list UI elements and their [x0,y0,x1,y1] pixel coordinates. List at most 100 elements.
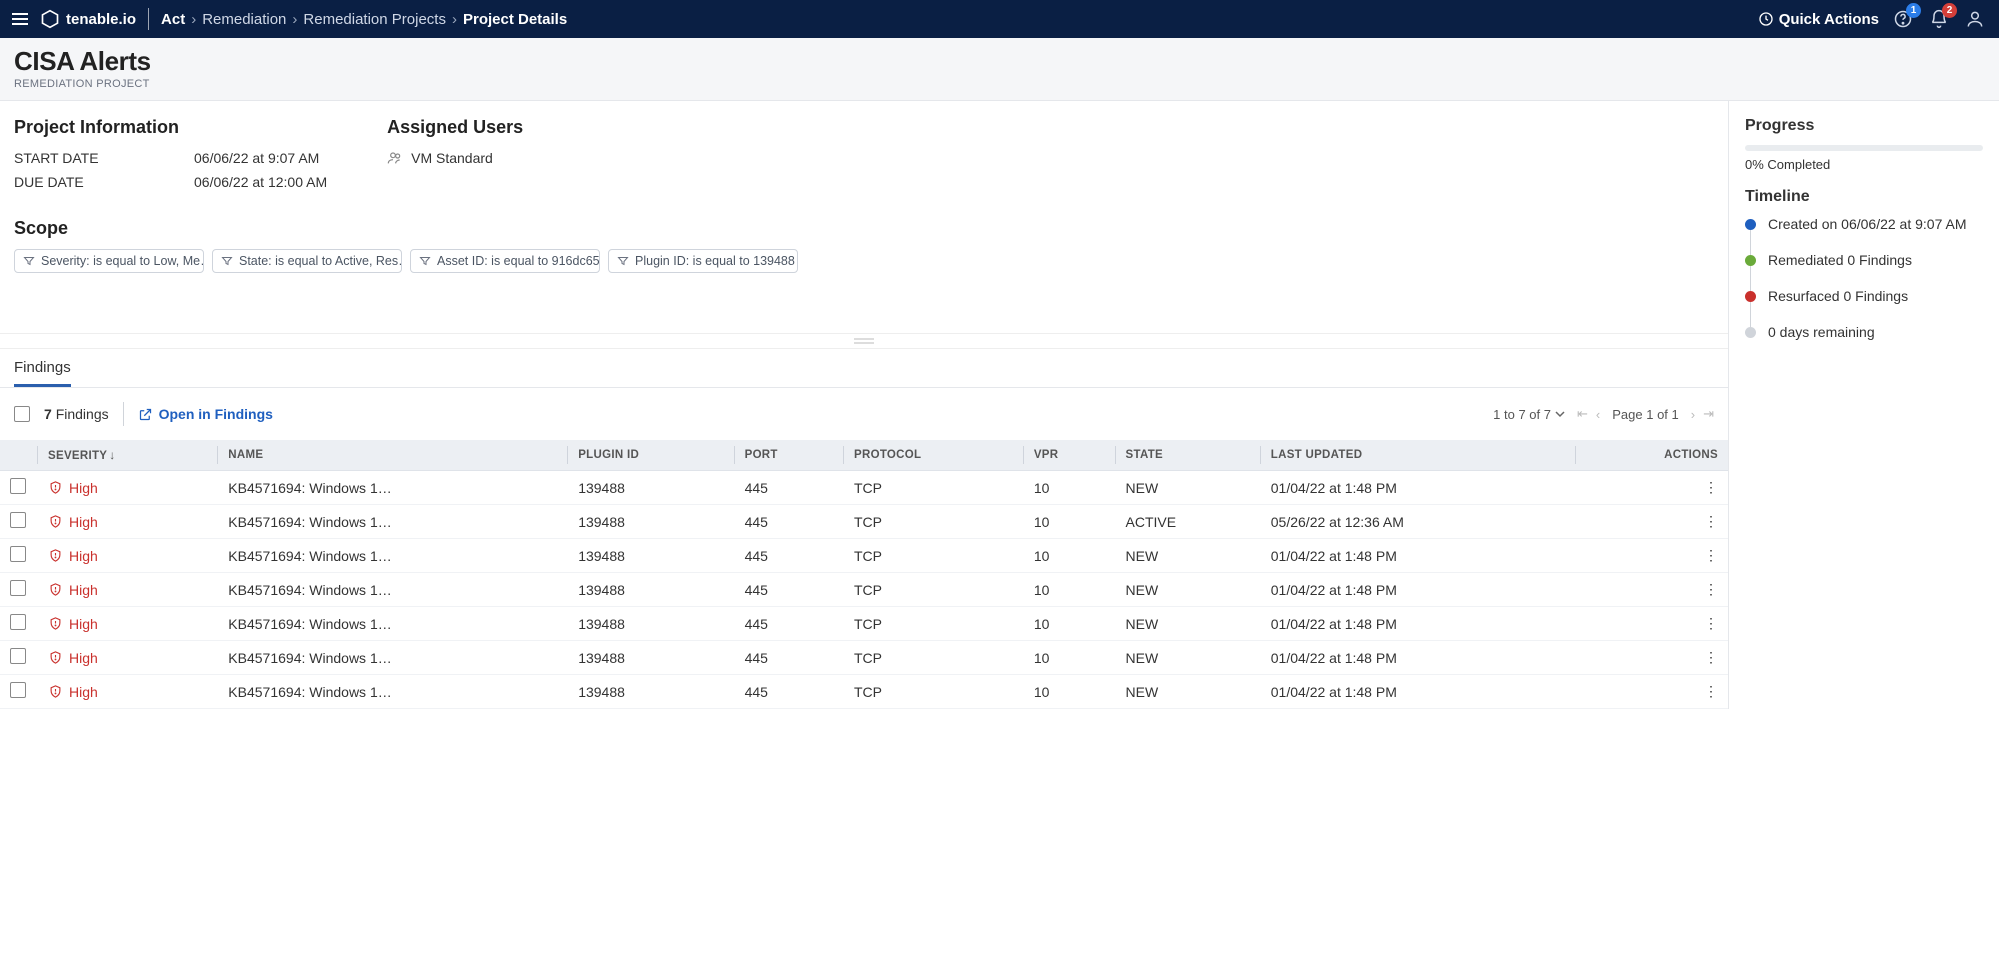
filter-chip[interactable]: Plugin ID: is equal to 139488 [608,249,798,273]
timeline-item: Remediated 0 Findings [1745,252,1983,288]
table-row[interactable]: HighKB4571694: Windows 1…139488445TCP10N… [0,539,1728,573]
clock-icon [1758,11,1774,27]
findings-count: 7 Findings [44,406,109,422]
last-updated-cell: 05/26/22 at 12:36 AM [1261,505,1576,539]
shield-icon [48,514,63,529]
timeline-item: Resurfaced 0 Findings [1745,288,1983,324]
chevron-right-icon: › [191,11,196,28]
row-actions-button[interactable]: ⋮ [1576,505,1728,539]
start-date-value: 06/06/22 at 9:07 AM [194,150,319,166]
notif-badge: 2 [1942,3,1957,18]
pager-first-button[interactable]: ⇤ [1577,406,1588,422]
breadcrumb-root[interactable]: Act [161,11,185,28]
col-plugin-id[interactable]: PLUGIN ID [568,440,734,471]
due-date-label: DUE DATE [14,174,154,190]
breadcrumb-item[interactable]: Remediation Projects [303,11,446,28]
pager-next-button[interactable]: › [1691,407,1695,422]
row-actions-button[interactable]: ⋮ [1576,641,1728,675]
col-state[interactable]: STATE [1116,440,1261,471]
row-actions-button[interactable]: ⋮ [1576,573,1728,607]
progress-heading: Progress [1745,117,1983,135]
title-strip: CISA Alerts REMEDIATION PROJECT [0,38,1999,101]
breadcrumb: Act › Remediation › Remediation Projects… [161,11,567,28]
quick-actions-button[interactable]: Quick Actions [1758,11,1879,28]
filter-icon [419,255,431,267]
table-row[interactable]: HighKB4571694: Windows 1…139488445TCP10N… [0,607,1728,641]
vpr-cell: 10 [1024,607,1116,641]
protocol-cell: TCP [844,539,1024,573]
col-protocol[interactable]: PROTOCOL [844,440,1024,471]
col-severity[interactable]: SEVERITY↓ [38,440,218,471]
table-row[interactable]: HighKB4571694: Windows 1…139488445TCP10N… [0,675,1728,709]
col-checkbox [0,440,38,471]
port-cell: 445 [735,505,844,539]
resize-handle[interactable] [0,333,1728,349]
menu-icon[interactable] [12,13,28,25]
severity-cell: High [48,514,208,530]
progress-panel: Progress 0% Completed Timeline Created o… [1729,101,1999,709]
table-row[interactable]: HighKB4571694: Windows 1…139488445TCP10A… [0,505,1728,539]
breadcrumb-item[interactable]: Remediation [202,11,286,28]
col-port[interactable]: PORT [735,440,844,471]
last-updated-cell: 01/04/22 at 1:48 PM [1261,641,1576,675]
port-cell: 445 [735,471,844,505]
row-actions-button[interactable]: ⋮ [1576,675,1728,709]
filter-chip[interactable]: Severity: is equal to Low, Me… [14,249,204,273]
open-in-findings-link[interactable]: Open in Findings [138,406,273,422]
row-actions-button[interactable]: ⋮ [1576,539,1728,573]
row-checkbox[interactable] [10,546,26,562]
filter-icon [221,255,233,267]
severity-cell: High [48,480,208,496]
row-checkbox[interactable] [10,614,26,630]
user-icon[interactable] [1963,7,1987,31]
col-name[interactable]: NAME [218,440,568,471]
start-date-label: START DATE [14,150,154,166]
plugin-id-cell: 139488 [568,641,734,675]
filter-icon [617,255,629,267]
state-cell: ACTIVE [1116,505,1261,539]
col-last-updated[interactable]: LAST UPDATED [1261,440,1576,471]
pager-last-button[interactable]: ⇥ [1703,406,1714,422]
port-cell: 445 [735,573,844,607]
filter-chip[interactable]: Asset ID: is equal to 916dc65… [410,249,600,273]
port-cell: 445 [735,675,844,709]
table-row[interactable]: HighKB4571694: Windows 1…139488445TCP10N… [0,573,1728,607]
plugin-id-cell: 139488 [568,505,734,539]
row-actions-button[interactable]: ⋮ [1576,607,1728,641]
findings-table: SEVERITY↓ NAME PLUGIN ID PORT PROTOCOL V… [0,440,1728,709]
brand-text: tenable.io [66,11,136,28]
row-checkbox[interactable] [10,648,26,664]
last-updated-cell: 01/04/22 at 1:48 PM [1261,607,1576,641]
project-info-section: Project Information START DATE 06/06/22 … [14,117,327,198]
sort-desc-icon: ↓ [109,448,115,462]
pager-range-dropdown[interactable]: 1 to 7 of 7 [1493,407,1565,422]
row-checkbox[interactable] [10,512,26,528]
help-icon[interactable]: 1 [1891,7,1915,31]
filter-chip[interactable]: State: is equal to Active, Res… [212,249,402,273]
row-checkbox[interactable] [10,682,26,698]
assigned-users-section: Assigned Users VM Standard [387,117,523,198]
brand-logo[interactable]: tenable.io [40,9,136,29]
select-all-checkbox[interactable] [14,406,30,422]
timeline-text: 0 days remaining [1768,324,1875,340]
pager-prev-button[interactable]: ‹ [1596,407,1600,422]
severity-cell: High [48,582,208,598]
table-row[interactable]: HighKB4571694: Windows 1…139488445TCP10N… [0,641,1728,675]
protocol-cell: TCP [844,607,1024,641]
row-checkbox[interactable] [10,478,26,494]
col-vpr[interactable]: VPR [1024,440,1116,471]
row-actions-button[interactable]: ⋮ [1576,471,1728,505]
name-cell: KB4571694: Windows 1… [218,641,568,675]
bell-icon[interactable]: 2 [1927,7,1951,31]
plugin-id-cell: 139488 [568,607,734,641]
tab-findings[interactable]: Findings [14,359,71,387]
shield-icon [48,616,63,631]
users-icon [387,150,403,166]
name-cell: KB4571694: Windows 1… [218,573,568,607]
scope-section: Scope Severity: is equal to Low, Me…Stat… [0,202,1728,333]
row-checkbox[interactable] [10,580,26,596]
timeline-heading: Timeline [1745,188,1983,206]
plugin-id-cell: 139488 [568,539,734,573]
shield-icon [48,650,63,665]
table-row[interactable]: HighKB4571694: Windows 1…139488445TCP10N… [0,471,1728,505]
